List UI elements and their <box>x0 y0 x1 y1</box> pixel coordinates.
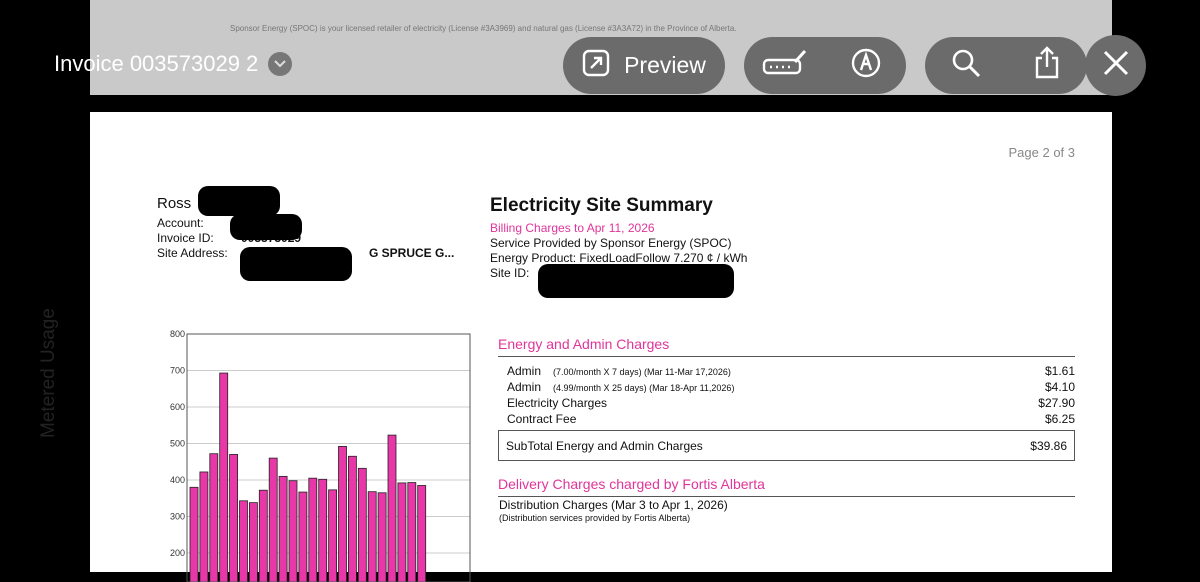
search-icon <box>950 47 982 84</box>
preview-button[interactable]: Preview <box>563 37 725 94</box>
charge-row: Admin (4.99/month X 25 days) (Mar 18-Apr … <box>498 379 1075 395</box>
energy-admin-title: Energy and Admin Charges <box>498 336 1075 357</box>
charges-panel: Energy and Admin Charges Admin (7.00/mont… <box>498 336 1075 523</box>
distribution-charges: Distribution Charges (Mar 3 to Apr 1, 20… <box>499 498 728 512</box>
markup-pill <box>744 37 906 94</box>
preview-pill: Preview <box>563 37 725 94</box>
chart-bar <box>258 489 268 582</box>
chart-bar <box>387 434 397 582</box>
close-icon <box>1103 50 1129 81</box>
chart-bar <box>377 492 387 582</box>
chart-bar <box>357 467 367 582</box>
service-provider: Service Provided by Sponsor Energy (SPOC… <box>490 236 732 250</box>
chart-y-tick-label: 600 <box>170 402 185 412</box>
chart-bar <box>189 486 199 582</box>
chart-bar <box>407 482 417 582</box>
chart-y-tick-label: 200 <box>170 548 185 558</box>
distribution-note: (Distribution services provided by Forti… <box>499 513 691 523</box>
chart-bar <box>318 478 328 582</box>
site-address-label: Site Address: <box>157 245 228 260</box>
usage-bar-chart: 800 700 600 500 400 300 200 <box>170 329 471 582</box>
chart-y-tick-label: 400 <box>170 475 185 485</box>
chart-bar <box>239 500 248 582</box>
open-external-icon <box>582 49 610 83</box>
document-title-menu[interactable]: Invoice 003573029 2 <box>54 51 293 77</box>
chart-bar <box>347 455 357 582</box>
search-share-pill <box>925 37 1087 94</box>
charge-amount: $6.25 <box>1044 412 1075 426</box>
markup-pen-icon <box>850 47 882 84</box>
chart-y-tick-label: 800 <box>170 329 185 339</box>
charge-row: Contract Fee $6.25 <box>498 411 1075 427</box>
charge-amount: $27.90 <box>1038 396 1075 410</box>
redaction-mark <box>240 247 352 281</box>
chart-bar <box>308 477 318 582</box>
chart-bar <box>209 453 219 582</box>
chart-y-tick-label: 500 <box>170 439 185 449</box>
chart-bar <box>288 480 298 582</box>
signature-button[interactable] <box>745 37 825 94</box>
charge-amount: $4.10 <box>1044 380 1075 394</box>
charge-label: Admin <box>507 380 542 394</box>
redaction-mark <box>230 214 302 240</box>
chart-bar <box>338 446 347 582</box>
chart-bar <box>298 491 308 582</box>
document-title: Invoice 003573029 2 <box>54 51 259 76</box>
chart-bar <box>219 372 229 582</box>
charge-detail: (4.99/month X 25 days) (Mar 18-Apr 11,20… <box>553 383 735 393</box>
chart-bar <box>199 471 209 582</box>
chart-bar <box>397 482 407 582</box>
invoice-page: Page 2 of 3 Ross Account: Invoice ID:003… <box>90 112 1112 582</box>
signature-icon <box>761 48 809 83</box>
billing-period: Billing Charges to Apr 11, 2026 <box>490 221 655 235</box>
chevron-down-icon[interactable] <box>268 52 293 76</box>
site-address-value: G SPRUCE G... <box>369 245 455 260</box>
chart-bar <box>367 491 377 582</box>
chart-bar <box>229 454 238 582</box>
chart-bar <box>248 502 258 582</box>
markup-button[interactable] <box>826 37 906 94</box>
previous-page-text: Sponsor Energy (SPOC) is your licensed r… <box>230 24 737 33</box>
subtotal-label: SubTotal Energy and Admin Charges <box>506 438 703 453</box>
close-button[interactable] <box>1085 35 1146 96</box>
charge-label: Admin <box>507 364 542 378</box>
redaction-mark <box>538 264 734 298</box>
chart-bar <box>417 485 427 582</box>
chart-bar <box>328 489 338 582</box>
delivery-charges-title: Delivery Charges charged by Fortis Alber… <box>498 476 1075 497</box>
share-icon <box>1032 46 1062 85</box>
chart-y-tick-label: 300 <box>170 512 185 522</box>
charge-row: Admin (7.00/month X 7 days) (Mar 11-Mar 1… <box>498 363 1075 379</box>
charge-label: Contract Fee <box>507 412 577 426</box>
chart-y-tick-label: 700 <box>170 366 185 376</box>
share-button[interactable] <box>1007 37 1087 94</box>
account-label: Account: <box>157 215 204 230</box>
page-number: Page 2 of 3 <box>1008 145 1076 160</box>
charge-row: Electricity Charges $27.90 <box>498 395 1075 411</box>
charge-amount: $1.61 <box>1044 364 1075 378</box>
redaction-mark <box>198 186 280 216</box>
search-button[interactable] <box>926 37 1006 94</box>
chart-bars <box>189 372 427 582</box>
charge-detail: (7.00/month X 7 days) (Mar 11-Mar 17,202… <box>553 367 731 377</box>
subtotal-row: SubTotal Energy and Admin Charges $39.86 <box>498 430 1075 461</box>
chart-bar <box>268 457 278 582</box>
charge-label: Electricity Charges <box>507 396 608 410</box>
subtotal-amount: $39.86 <box>1030 438 1067 453</box>
invoice-id-label: Invoice ID: <box>157 230 214 245</box>
summary-title: Electricity Site Summary <box>490 195 713 216</box>
preview-label: Preview <box>624 52 706 78</box>
chart-bar <box>278 475 288 582</box>
chart-y-axis-label: Metered Usage <box>38 308 59 438</box>
chart-y-ticks: 800 700 600 500 400 300 200 <box>170 329 185 558</box>
